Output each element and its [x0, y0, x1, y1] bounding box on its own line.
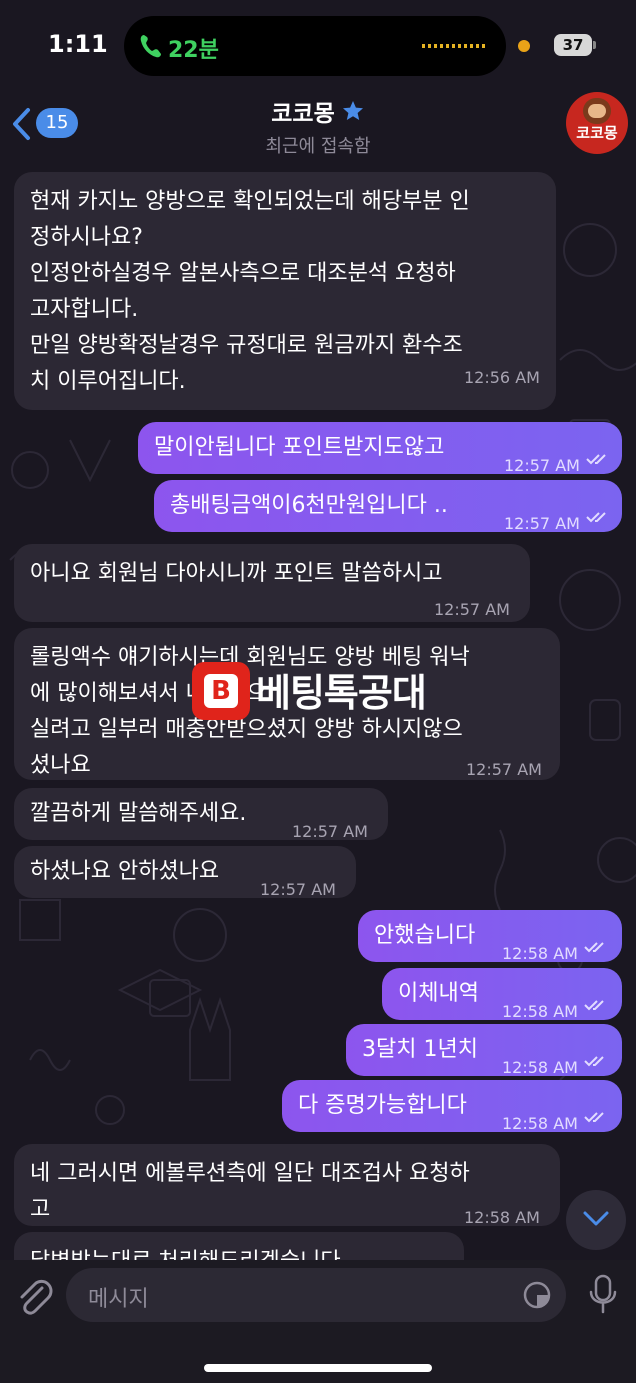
sticker-icon[interactable] [522, 1280, 552, 1310]
message-time: 12:57 AM [504, 514, 580, 533]
message-text: 안했습니다 [374, 923, 476, 948]
status-time: 1:11 [48, 30, 108, 58]
watermark: B 베팅톡공대 [192, 660, 452, 724]
avatar-label: 코코몽 [576, 124, 618, 142]
call-duration: 22분 [168, 38, 219, 63]
message-text: 다 증명가능합니다 [298, 1093, 467, 1118]
message-text: 답변받는대로 처리해드리겠습니다 [30, 1244, 341, 1260]
watermark-logo: B [192, 662, 250, 720]
message-line: 만일 양방확정날경우 규정대로 원금까지 환수조 [30, 333, 463, 358]
watermark-logo-inner: B [204, 674, 238, 708]
message-incoming[interactable]: 하셨나요 안하셨나요 12:57 AM [14, 846, 356, 899]
message-time: 12:57 AM [434, 600, 510, 619]
message-text: 현재 카지노 양방으로 확인되었는데 해당부분 인 정하시나요? 인정안하실경우… [30, 184, 470, 400]
message-line: 현재 카지노 양방으로 확인되었는데 해당부분 인 [30, 189, 470, 214]
phone-icon [140, 35, 161, 58]
message-input[interactable]: 메시지 [66, 1268, 566, 1322]
status-bar: 1:11 22분 37 [0, 0, 636, 90]
message-text: 네 그러시면 에볼루션측에 일단 대조검사 요청하 고 [30, 1156, 470, 1228]
audio-waveform [422, 44, 488, 48]
message-outgoing[interactable]: 다 증명가능합니다 12:58 AM [282, 1080, 622, 1133]
read-check-icon [586, 512, 606, 523]
dynamic-island[interactable]: 22분 [124, 16, 506, 76]
chat-title: 코코몽 [271, 101, 335, 127]
back-chevron-icon[interactable] [10, 106, 32, 142]
message-time: 12:57 AM [292, 822, 368, 841]
watermark-logo-letter: B [211, 676, 231, 706]
read-check-icon [584, 1000, 604, 1011]
message-time: 12:58 AM [502, 1114, 578, 1133]
message-time: 12:57 AM [466, 760, 542, 779]
message-outgoing[interactable]: 말이안됩니다 포인트받지도않고 12:57 AM [138, 422, 622, 475]
message-time: 12:58 AM [502, 944, 578, 963]
message-text: 말이안됩니다 포인트받지도않고 [154, 435, 445, 460]
unread-count-badge[interactable]: 15 [36, 108, 78, 138]
last-seen-status: 최근에 접속함 [265, 136, 371, 157]
message-time: 12:58 AM [464, 1208, 540, 1227]
watermark-text: 베팅톡공대 [256, 671, 427, 715]
message-outgoing[interactable]: 총배팅금액이6천만원입니다 .. 12:57 AM [154, 480, 622, 533]
attach-icon[interactable] [14, 1274, 54, 1318]
microphone-icon[interactable] [586, 1272, 620, 1316]
message-incoming[interactable]: 현재 카지노 양방으로 확인되었는데 해당부분 인 정하시나요? 인정안하실경우… [14, 172, 556, 410]
message-time: 12:57 AM [260, 880, 336, 899]
chat-header: 15 코코몽 최근에 접속함 코코몽 [0, 90, 636, 158]
scroll-down-icon [583, 1211, 609, 1226]
scroll-down-button[interactable] [566, 1190, 626, 1250]
message-line: 고자합니다. [30, 297, 139, 322]
message-line: 치 이루어집니다. [30, 369, 186, 394]
message-text: 깔끔하게 말씀해주세요. [30, 801, 247, 826]
avatar-face-inner [588, 104, 606, 118]
message-incoming[interactable]: 아니요 회원님 다아시니까 포인트 말씀하시고 12:57 AM [14, 544, 530, 622]
read-check-icon [584, 942, 604, 953]
message-incoming[interactable]: 깔끔하게 말씀해주세요. 12:57 AM [14, 788, 388, 841]
message-text: 총배팅금액이6천만원입니다 .. [170, 493, 448, 518]
message-time: 12:57 AM [504, 456, 580, 475]
avatar[interactable]: 코코몽 [566, 92, 628, 154]
message-outgoing[interactable]: 3달치 1년치 12:58 AM [346, 1024, 622, 1077]
read-check-icon [584, 1056, 604, 1067]
message-text: 3달치 1년치 [362, 1037, 478, 1062]
home-indicator [204, 1364, 432, 1372]
message-line: 정하시나요? [30, 225, 143, 250]
message-line: 인정안하실경우 알본사측으로 대조분석 요청하 [30, 261, 456, 286]
read-check-icon [584, 1112, 604, 1123]
star-icon [342, 101, 363, 120]
read-check-icon [586, 454, 606, 465]
camera-indicator [518, 40, 530, 52]
battery-indicator: 37 [554, 34, 592, 56]
message-incoming[interactable]: 답변받는대로 처리해드리겠습니다 [14, 1232, 464, 1260]
message-text: 이체내역 [398, 981, 479, 1006]
message-input-bar: 메시지 [0, 1260, 636, 1383]
message-line: 셨나요 [30, 753, 91, 778]
message-line: 고 [30, 1197, 51, 1222]
message-input-placeholder: 메시지 [88, 1287, 149, 1312]
message-outgoing[interactable]: 이체내역 12:58 AM [382, 968, 622, 1021]
message-text: 하셨나요 안하셨나요 [30, 859, 220, 884]
message-outgoing[interactable]: 안했습니다 12:58 AM [358, 910, 622, 963]
message-time: 12:56 AM [464, 368, 540, 387]
battery-tip [593, 41, 596, 49]
message-line: 네 그러시면 에볼루션측에 일단 대조검사 요청하 [30, 1161, 470, 1186]
chat-title-area[interactable]: 코코몽 최근에 접속함 [200, 94, 436, 158]
message-text: 아니요 회원님 다아시니까 포인트 말씀하시고 [30, 561, 443, 586]
message-incoming[interactable]: 네 그러시면 에볼루션측에 일단 대조검사 요청하 고 12:58 AM [14, 1144, 560, 1228]
